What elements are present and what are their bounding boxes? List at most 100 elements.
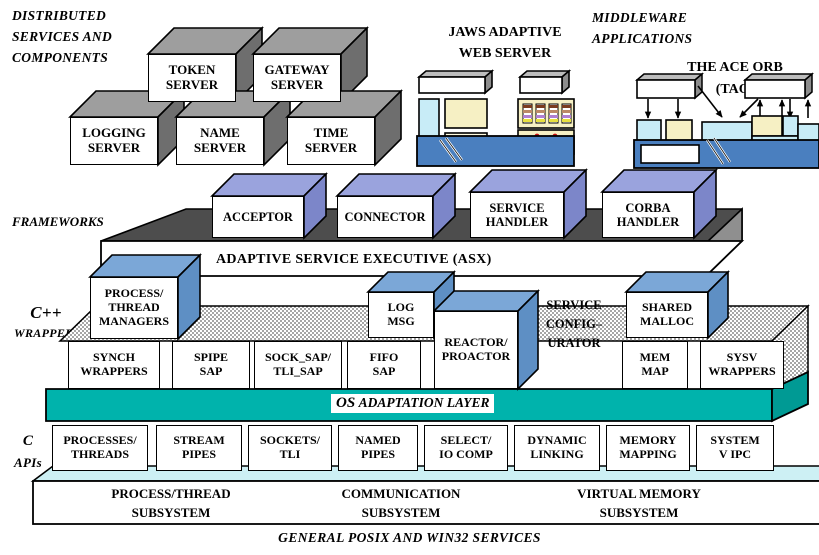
sysv-wrappers-line-2: WRAPPERS bbox=[708, 364, 776, 378]
acceptor-box[interactable]: ACCEPTOR bbox=[212, 196, 304, 238]
asx-label: ADAPTIVE SERVICE EXECUTIVE (ASX) bbox=[216, 252, 492, 268]
log-msg-side bbox=[433, 270, 455, 340]
spipe-sap-line-1: SPIPE bbox=[193, 350, 228, 365]
acceptor-line-1: ACCEPTOR bbox=[223, 209, 293, 224]
service-handler-side bbox=[563, 168, 587, 240]
virtual-memory-subsystem-line-1: VIRTUAL MEMORY bbox=[577, 486, 701, 501]
fifo-sap-line-2: SAP bbox=[372, 364, 396, 378]
jaws-label-line-2: WEB SERVER bbox=[458, 46, 552, 61]
system-v-ipc-line-1: SYSTEM bbox=[710, 433, 760, 448]
system-v-ipc-box[interactable]: SYSTEM V IPC bbox=[696, 425, 774, 471]
name-server-top bbox=[174, 90, 292, 118]
memory-mapping-line-1: MEMORY bbox=[619, 433, 677, 448]
tao-label: THE ACE ORB (TAO) bbox=[655, 57, 815, 101]
shared-malloc-box[interactable]: SHARED MALLOC bbox=[626, 292, 708, 338]
service-configurator-label: SERVICE CONFIG– URATOR bbox=[530, 296, 618, 353]
reactor-proactor-box[interactable]: REACTOR/PROACTOR bbox=[434, 311, 518, 389]
sysv-wrappers-box[interactable]: SYSV WRAPPERS bbox=[700, 341, 784, 389]
general-services-text: GENERAL POSIX AND WIN32 SERVICES bbox=[278, 530, 541, 545]
sockets-tli-line-2: TLI bbox=[279, 447, 301, 461]
shared-malloc-side bbox=[707, 270, 729, 340]
os-layer-right bbox=[771, 370, 809, 423]
distributed-services-line-1: DISTRIBUTED bbox=[12, 8, 107, 23]
log-msg-box[interactable]: LOG MSG bbox=[368, 292, 434, 338]
spipe-sap-box[interactable]: SPIPE SAP bbox=[172, 341, 250, 389]
corba-handler-line-2: HANDLER bbox=[616, 215, 680, 229]
jaws-label-line-1: JAWS ADAPTIVE bbox=[448, 25, 562, 40]
gateway-server-line-2: SERVER bbox=[270, 77, 324, 92]
communication-subsystem: COMMUNICATION SUBSYSTEM bbox=[286, 484, 516, 522]
framework-shelf-right-edge bbox=[705, 207, 743, 278]
communication-subsystem-line-1: COMMUNICATION bbox=[341, 486, 461, 501]
connector-box[interactable]: CONNECTOR bbox=[337, 196, 433, 238]
sockets-tli-line-1: SOCKETS/ bbox=[259, 433, 321, 448]
tao-label-line-1: THE ACE ORB bbox=[687, 60, 783, 75]
subsystem-top bbox=[30, 465, 819, 482]
logging-server-side bbox=[157, 89, 185, 167]
corba-handler-line-1: CORBA bbox=[625, 200, 671, 215]
service-handler-line-2: HANDLER bbox=[485, 215, 549, 229]
shared-malloc-line-1: SHARED bbox=[641, 300, 692, 315]
system-v-ipc-line-2: V IPC bbox=[718, 447, 752, 461]
synch-wrappers-box[interactable]: SYNCH WRAPPERS bbox=[68, 341, 160, 389]
acceptor-side bbox=[303, 172, 327, 240]
process-thread-subsystem: PROCESS/THREAD SUBSYSTEM bbox=[56, 484, 286, 522]
fifo-sap-line-1: FIFO bbox=[369, 350, 399, 365]
processes-threads-box[interactable]: PROCESSES/THREADS bbox=[52, 425, 148, 471]
distributed-services-line-2: SERVICES AND bbox=[12, 29, 113, 44]
memory-mapping-line-2: MAPPING bbox=[619, 447, 677, 461]
dynamic-linking-line-2: LINKING bbox=[530, 447, 584, 461]
token-server-side bbox=[235, 26, 263, 104]
token-server-line-2: SERVER bbox=[165, 77, 219, 92]
logging-server-line-2: SERVER bbox=[87, 140, 141, 155]
os-label-bold: OS bbox=[336, 395, 356, 411]
process-thread-managers-line-3: MANAGERS bbox=[98, 313, 169, 328]
service-handler-box[interactable]: SERVICE HANDLER bbox=[470, 192, 564, 238]
process-thread-managers-line-1: PROCESS/ bbox=[104, 286, 164, 301]
gateway-server-top bbox=[251, 27, 369, 55]
logging-server-box[interactable]: LOGGING SERVER bbox=[70, 117, 158, 165]
dynamic-linking-box[interactable]: DYNAMIC LINKING bbox=[514, 425, 600, 471]
select-io-comp-line-2: IO COMP bbox=[439, 447, 493, 461]
jaws-left-machine bbox=[416, 69, 495, 153]
os-label-rest: ADAPTATION LAYER bbox=[358, 395, 490, 410]
middleware-applications-label: MIDDLEWARE APPLICATIONS bbox=[592, 7, 692, 49]
sock-tli-sap-box[interactable]: SOCK_SAP/TLI_SAP bbox=[254, 341, 342, 389]
synch-wrappers-line-1: SYNCH bbox=[92, 350, 135, 365]
connector-top bbox=[335, 173, 457, 197]
middleware-line-2: APPLICATIONS bbox=[592, 31, 693, 46]
stream-pipes-box[interactable]: STREAM PIPES bbox=[156, 425, 242, 471]
processes-threads-line-2: THREADS bbox=[70, 447, 129, 461]
tao-base-slab bbox=[633, 137, 819, 169]
gateway-server-box[interactable]: GATEWAY SERVER bbox=[253, 54, 341, 102]
c-apis-line-1: C bbox=[22, 433, 34, 449]
reactor-proactor-line-1: REACTOR/ bbox=[444, 335, 508, 350]
stream-pipes-line-2: PIPES bbox=[181, 447, 216, 461]
mem-map-box[interactable]: MEM MAP bbox=[622, 341, 688, 389]
jaws-base-slab bbox=[416, 135, 575, 167]
process-thread-managers-box[interactable]: PROCESS/THREAD MANAGERS bbox=[90, 277, 178, 339]
sock-tli-sap-line-1: SOCK_SAP/ bbox=[264, 350, 331, 365]
select-io-comp-box[interactable]: SELECT/IO COMP bbox=[424, 425, 508, 471]
c-apis-line-2: APIs bbox=[14, 455, 42, 470]
jaws-right-machine bbox=[517, 69, 575, 155]
sockets-tli-box[interactable]: SOCKETS/TLI bbox=[248, 425, 332, 471]
named-pipes-box[interactable]: NAMED PIPES bbox=[338, 425, 418, 471]
sock-tli-sap-line-2: TLI_SAP bbox=[273, 364, 323, 378]
virtual-memory-subsystem-line-2: SUBSYSTEM bbox=[599, 505, 679, 520]
corba-handler-box[interactable]: CORBA HANDLER bbox=[602, 192, 694, 238]
virtual-memory-subsystem: VIRTUAL MEMORY SUBSYSTEM bbox=[524, 484, 754, 522]
named-pipes-line-2: PIPES bbox=[360, 447, 395, 461]
fifo-sap-box[interactable]: FIFO SAP bbox=[347, 341, 421, 389]
named-pipes-line-1: NAMED bbox=[355, 433, 401, 448]
jaws-label: JAWS ADAPTIVE WEB SERVER bbox=[430, 22, 580, 64]
processes-threads-line-1: PROCESSES/ bbox=[63, 433, 137, 448]
acceptor-top bbox=[210, 173, 328, 197]
time-server-side bbox=[374, 89, 402, 167]
time-server-box[interactable]: TIME SERVER bbox=[287, 117, 375, 165]
synch-wrappers-line-2: WRAPPERS bbox=[80, 364, 148, 378]
service-handler-line-1: SERVICE bbox=[489, 200, 545, 215]
memory-mapping-box[interactable]: MEMORY MAPPING bbox=[606, 425, 690, 471]
name-server-box[interactable]: NAME SERVER bbox=[176, 117, 264, 165]
token-server-box[interactable]: TOKEN SERVER bbox=[148, 54, 236, 102]
